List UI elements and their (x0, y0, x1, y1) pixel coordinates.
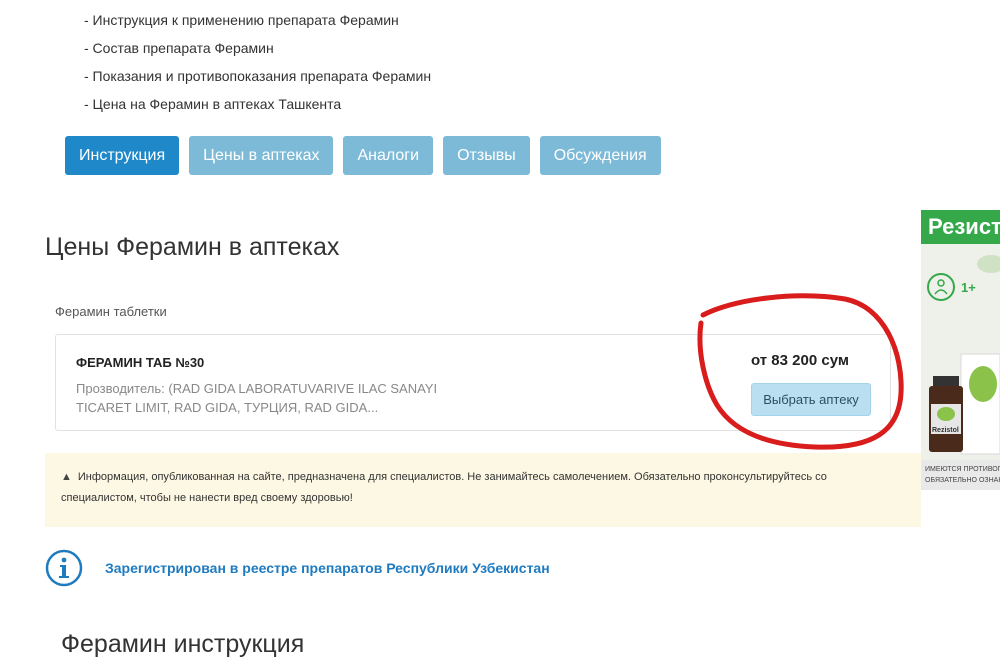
select-pharmacy-button[interactable]: Выбрать аптеку (751, 383, 871, 416)
registry-link[interactable]: Зарегистрирован в реестре препаратов Рес… (105, 560, 550, 576)
registry-row: Зарегистрирован в реестре препаратов Рес… (45, 548, 550, 588)
ad-age-badge: 1+ (961, 280, 976, 295)
medical-warning-alert: ▲ Информация, опубликованная на сайте, пр… (45, 453, 921, 527)
ad-product-image: 1+ Rezistol (921, 244, 1000, 460)
product-price: от 83 200 сум (751, 352, 849, 369)
warning-text: Информация, опубликованная на сайте, пре… (61, 471, 827, 504)
product-card: ФЕРАМИН ТАБ №30 Прозводитель: (RAD GIDA … (55, 334, 891, 431)
ad-disclaimer-line-2: ОБЯЗАТЕЛЬНО ОЗНАКОМЬТЕСЬ (925, 477, 1000, 484)
toc-item-composition[interactable]: - Состав препарата Ферамин (84, 34, 431, 62)
ad-title: Резистол (921, 210, 1000, 244)
dosage-form-label: Ферамин таблетки (55, 304, 167, 319)
prices-heading: Цены Ферамин в аптеках (45, 233, 340, 261)
table-of-contents: - Инструкция к применению препарата Фера… (84, 6, 431, 118)
tab-instruction[interactable]: Инструкция (65, 136, 180, 175)
instruction-heading: Ферамин инструкция (61, 630, 305, 658)
tab-prices[interactable]: Цены в аптеках (189, 136, 334, 175)
tab-discussions[interactable]: Обсуждения (539, 136, 661, 175)
tab-reviews[interactable]: Отзывы (443, 136, 530, 175)
info-icon (45, 549, 83, 587)
ad-banner[interactable]: Резистол 1+ Rezistol ИМЕЮТСЯ ПРОТИВОПОКА… (921, 210, 1000, 490)
toc-item-indications[interactable]: - Показания и противопоказания препарата… (84, 62, 431, 90)
ad-disclaimer-line-1: ИМЕЮТСЯ ПРОТИВОПОКАЗАНИЯ (925, 466, 1000, 473)
toc-item-price[interactable]: - Цена на Ферамин в аптеках Ташкента (84, 90, 431, 118)
ad-product-label: Rezistol (932, 427, 959, 434)
ad-disclaimer: ИМЕЮТСЯ ПРОТИВОПОКАЗАНИЯ ОБЯЗАТЕЛЬНО ОЗН… (921, 460, 1000, 490)
toc-item-instruction[interactable]: - Инструкция к применению препарата Фера… (84, 6, 431, 34)
warning-icon: ▲ (61, 471, 72, 483)
product-manufacturer: Прозводитель: (RAD GIDA LABORATUVARIVE I… (76, 381, 438, 415)
tab-analogs[interactable]: Аналоги (343, 136, 434, 175)
product-name: ФЕРАМИН ТАБ №30 (76, 355, 205, 370)
tab-bar: Инструкция Цены в аптеках Аналоги Отзывы… (65, 136, 661, 175)
